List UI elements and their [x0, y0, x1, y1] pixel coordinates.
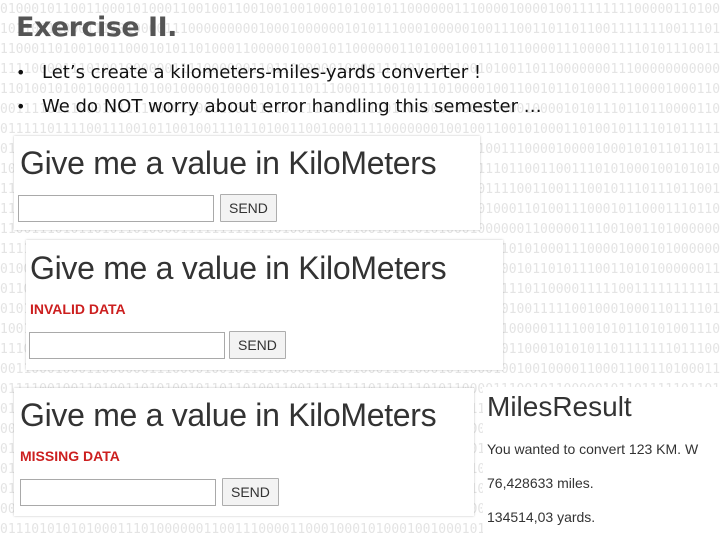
km-value-input[interactable] — [20, 479, 216, 506]
miles-result: 76,428633 miles. — [487, 475, 594, 491]
converter-form-missing-panel: Give me a value in KiloMeters MISSING DA… — [14, 388, 474, 516]
bullet-dot: • — [16, 97, 26, 116]
form-heading: Give me a value in KiloMeters — [20, 397, 437, 433]
form-heading: Give me a value in KiloMeters — [30, 250, 447, 286]
form-heading: Give me a value in KiloMeters — [20, 145, 437, 181]
conversion-summary: You wanted to convert 123 KM. W — [487, 441, 699, 457]
km-value-input[interactable] — [18, 195, 214, 222]
bullet-text: We do NOT worry about error handling thi… — [42, 96, 542, 117]
missing-data-error: MISSING DATA — [20, 448, 120, 464]
converter-form-invalid-panel: Give me a value in KiloMeters INVALID DA… — [26, 240, 503, 370]
send-button[interactable]: SEND — [220, 194, 277, 222]
bullet-text: Let’s create a kilometers-miles-yards co… — [42, 62, 482, 83]
bullet-list: • Let’s create a kilometers-miles-yards … — [16, 62, 716, 130]
bullet-dot: • — [16, 63, 26, 82]
bullet-item: • We do NOT worry about error handling t… — [16, 96, 716, 130]
km-value-input[interactable] — [29, 332, 225, 359]
invalid-data-error: INVALID DATA — [30, 301, 126, 317]
result-heading: MilesResult — [487, 391, 632, 422]
bullet-item: • Let’s create a kilometers-miles-yards … — [16, 62, 716, 96]
miles-result-panel: MilesResult You wanted to convert 123 KM… — [483, 387, 720, 540]
send-button[interactable]: SEND — [229, 331, 286, 359]
yards-result: 134514,03 yards. — [487, 509, 596, 525]
slide-title: Exercise II. — [16, 12, 177, 43]
converter-form-panel: Give me a value in KiloMeters SEND — [14, 136, 480, 230]
send-button[interactable]: SEND — [222, 478, 279, 506]
